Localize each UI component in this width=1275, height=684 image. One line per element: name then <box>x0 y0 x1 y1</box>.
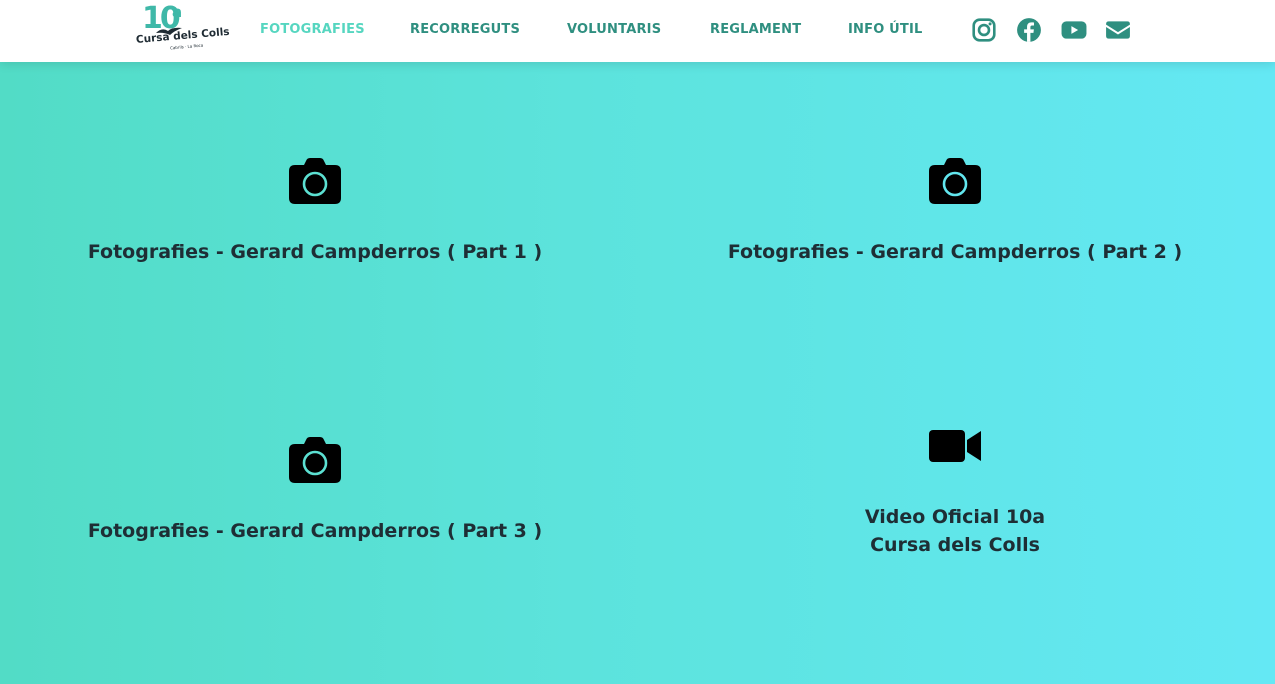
envelope-icon[interactable] <box>1105 17 1131 43</box>
logo-superscript: a <box>172 3 183 21</box>
logo-tagline: Cabrils · La Roca <box>169 42 204 51</box>
site-header: 10 a Cursa dels Colls Cabrils · La Roca … <box>0 0 1275 62</box>
gallery-link-part-2[interactable]: Fotografies - Gerard Campderros ( Part 2… <box>715 238 1195 266</box>
nav-info-util[interactable]: INFO ÚTIL <box>848 22 923 37</box>
video-title-line-1: Video Oficial 10a <box>864 506 1046 528</box>
camera-icon <box>929 158 981 204</box>
video-link-official[interactable]: Video Oficial 10a Cursa dels Colls <box>715 503 1195 559</box>
site-logo[interactable]: 10 a Cursa dels Colls Cabrils · La Roca <box>134 1 230 59</box>
youtube-icon[interactable] <box>1061 17 1087 43</box>
gallery-link-part-3[interactable]: Fotografies - Gerard Campderros ( Part 3… <box>75 517 555 545</box>
camera-icon <box>289 158 341 204</box>
nav-reglament[interactable]: REGLAMENT <box>710 22 801 37</box>
facebook-icon[interactable] <box>1016 17 1042 43</box>
nav-fotografies[interactable]: FOTOGRAFIES <box>260 22 365 37</box>
nav-voluntaris[interactable]: VOLUNTARIS <box>567 22 661 37</box>
video-title-line-2: Cursa dels Colls <box>870 534 1040 556</box>
camera-icon <box>289 437 341 483</box>
instagram-icon[interactable] <box>971 17 997 43</box>
nav-recorreguts[interactable]: RECORREGUTS <box>410 22 520 37</box>
video-camera-icon <box>929 426 981 466</box>
gallery-link-part-1[interactable]: Fotografies - Gerard Campderros ( Part 1… <box>75 238 555 266</box>
